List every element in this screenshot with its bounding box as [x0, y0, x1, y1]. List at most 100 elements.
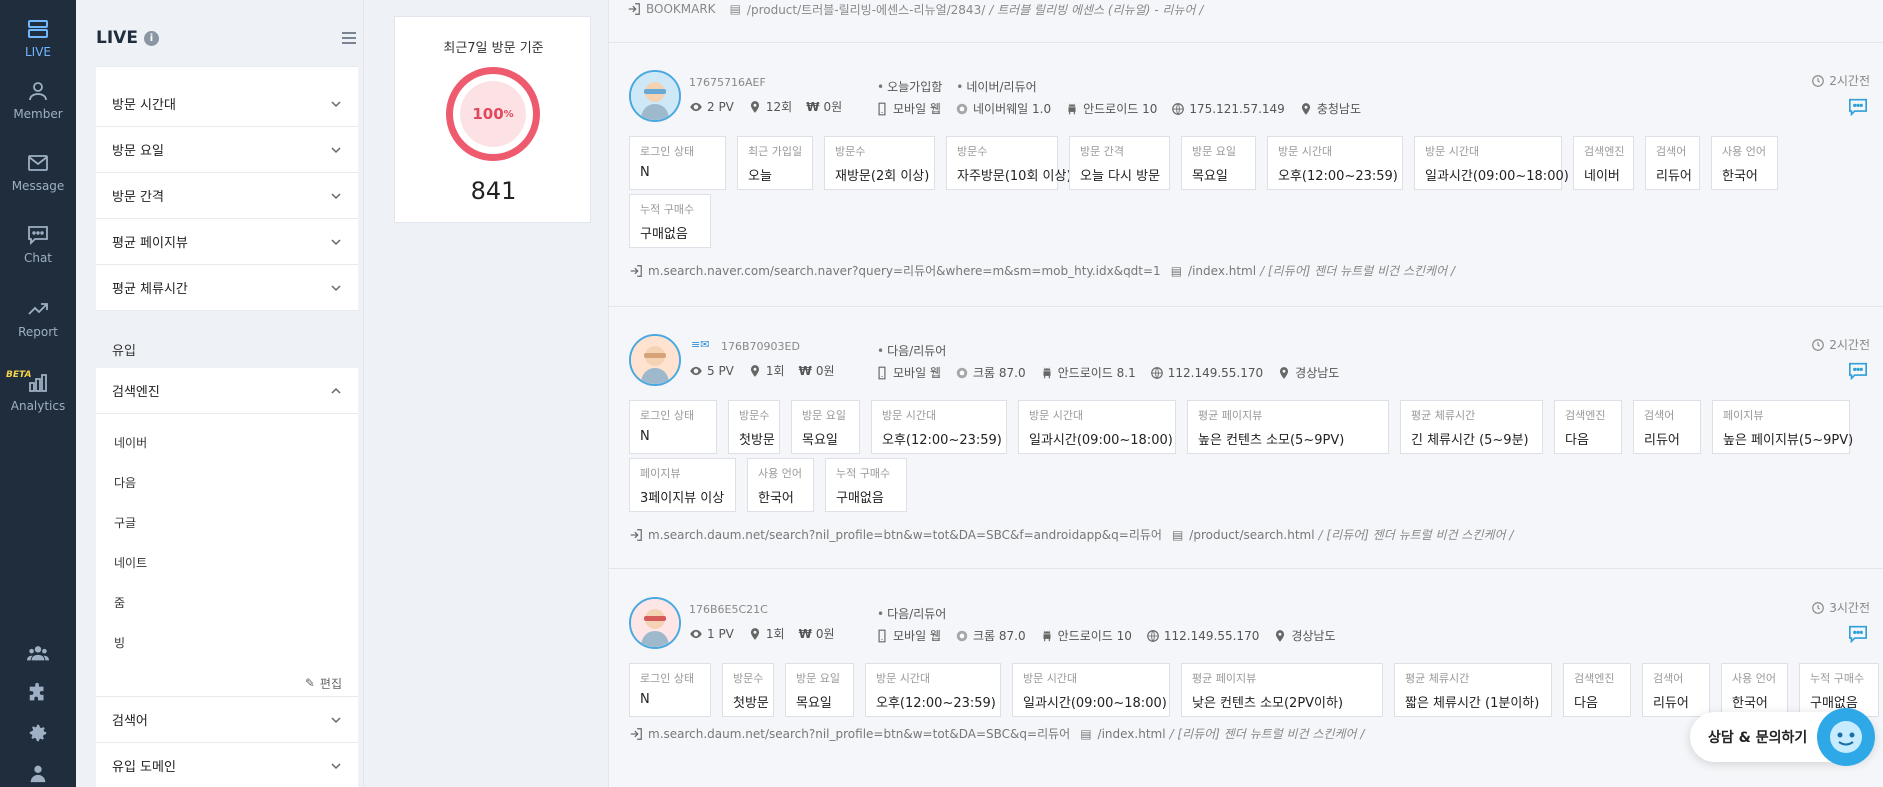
landing-title: / [리듀어] 젠더 뉴트럴 비건 스킨케어 /: [1169, 727, 1365, 741]
device-value: 경상남도: [1295, 366, 1340, 380]
visitor-stats: 1 PV 1회 ₩0원: [689, 625, 849, 642]
attribute-chip[interactable]: 방문수 재방문(2회 이상): [824, 136, 935, 190]
attribute-chip[interactable]: 평균 페이지뷰 높은 컨텐츠 소모(5~9PV): [1187, 400, 1389, 454]
filter-row[interactable]: 방문 요일: [96, 127, 358, 173]
device-value: 경상남도: [1291, 629, 1336, 643]
attribute-chip[interactable]: 검색어 리듀어: [1633, 400, 1701, 454]
nav-users[interactable]: [0, 642, 76, 664]
visitor-id[interactable]: 176B70903ED: [721, 340, 800, 353]
chip-key: 평균 체류시간: [1405, 672, 1470, 685]
nav-label-member: Member: [13, 107, 63, 121]
search-engine-item[interactable]: 줌: [96, 582, 358, 622]
attribute-chip[interactable]: 검색어 리듀어: [1642, 663, 1710, 717]
nav-item-live[interactable]: LIVE: [0, 6, 76, 70]
attribute-chip[interactable]: 페이지뷰 높은 페이지뷰(5~9PV): [1712, 400, 1853, 454]
attribute-chip[interactable]: 평균 체류시간 짧은 체류시간 (1분이하): [1394, 663, 1552, 717]
attribute-chip[interactable]: 누적 구매수 구매없음: [825, 458, 907, 512]
edit-link[interactable]: ✎ 편집: [96, 670, 358, 696]
attribute-chip[interactable]: 방문 시간대 오후(12:00~23:59): [871, 400, 1007, 454]
attribute-chip[interactable]: 검색엔진 다음: [1563, 663, 1631, 717]
attribute-chip[interactable]: 검색엔진 네이버: [1573, 136, 1634, 190]
message-bubble-icon[interactable]: [1848, 625, 1868, 643]
attribute-chip[interactable]: 검색엔진 다음: [1554, 400, 1622, 454]
nav-item-analytics[interactable]: BETA Analytics: [0, 360, 76, 424]
attribute-chip[interactable]: 사용 언어 한국어: [1721, 663, 1788, 717]
nav-item-report[interactable]: Report: [0, 286, 76, 350]
attribute-chip[interactable]: 사용 언어 한국어: [747, 458, 814, 512]
attribute-chip[interactable]: 방문 시간대 오후(12:00~23:59): [1267, 136, 1403, 190]
attribute-chip[interactable]: 방문 시간대 일과시간(09:00~18:00): [1018, 400, 1176, 454]
won-icon: ₩: [798, 626, 812, 641]
nav-label-message: Message: [11, 179, 65, 193]
filter-row[interactable]: 방문 시간대: [96, 81, 358, 127]
landing-page[interactable]: /index.html: [1098, 727, 1166, 741]
search-engine-item[interactable]: 네이버: [96, 422, 358, 462]
attribute-chip[interactable]: 평균 페이지뷰 낮은 컨텐츠 소모(2PV이하): [1181, 663, 1383, 717]
nav-item-chat[interactable]: Chat: [0, 212, 76, 276]
referrer-url[interactable]: m.search.daum.net/search?nil_profile=btn…: [648, 526, 1162, 543]
attribute-chip[interactable]: 로그인 상태 N: [629, 136, 726, 190]
search-engine-item[interactable]: 네이트: [96, 542, 358, 582]
attribute-chip[interactable]: 페이지뷰 3페이지뷰 이상: [629, 458, 736, 512]
nav-plugins[interactable]: [0, 682, 76, 704]
attribute-chip[interactable]: 방문 시간대 일과시간(09:00~18:00): [1414, 136, 1569, 190]
globe-icon: [1172, 102, 1185, 115]
filter-row[interactable]: 평균 체류시간: [96, 265, 358, 311]
chip-key: 방문 시간대: [1425, 145, 1480, 158]
attribute-chip[interactable]: 로그인 상태 N: [629, 400, 717, 454]
attribute-chip[interactable]: 검색어 리듀어: [1645, 136, 1700, 190]
attribute-chip[interactable]: 사용 언어 한국어: [1711, 136, 1778, 190]
filter-search-engine-label: 검색엔진: [112, 385, 160, 400]
attribute-chip[interactable]: 방문 요일 목요일: [785, 663, 854, 717]
landing-page[interactable]: /index.html: [1188, 264, 1256, 278]
referrer-url[interactable]: m.search.naver.com/search.naver?query=리듀…: [648, 262, 1161, 279]
chatbot-icon[interactable]: [1817, 708, 1875, 766]
filter-row[interactable]: 방문 간격: [96, 173, 358, 219]
attribute-chip[interactable]: 로그인 상태 N: [629, 663, 711, 717]
search-engine-item[interactable]: 빙: [96, 622, 358, 662]
attribute-chip[interactable]: 방문 간격 오늘 다시 방문: [1069, 136, 1170, 190]
chip-value: 구매없음: [640, 227, 688, 242]
attribute-chip[interactable]: 평균 체류시간 긴 체류시간 (5~9분): [1400, 400, 1543, 454]
visitor-id[interactable]: 176B6E5C21C: [689, 603, 768, 616]
attribute-chip[interactable]: 방문수 첫방문: [722, 663, 774, 717]
visitor-id[interactable]: 17675716AEF: [689, 76, 766, 89]
message-bubble-icon[interactable]: [1848, 98, 1868, 116]
bookmark-label[interactable]: BOOKMARK: [646, 2, 716, 16]
filter-row[interactable]: 유입 도메인: [96, 743, 358, 787]
referrer-url[interactable]: m.search.daum.net/search?nil_profile=btn…: [648, 725, 1070, 742]
attribute-chip[interactable]: 방문수 자주방문(10회 이상): [946, 136, 1072, 190]
android-icon: [1043, 630, 1051, 641]
hamburger-menu-icon[interactable]: [342, 32, 356, 44]
attribute-chip[interactable]: 방문 요일 목요일: [1181, 136, 1256, 190]
nav-account[interactable]: [0, 762, 76, 784]
attribute-chip[interactable]: 방문 시간대 오후(12:00~23:59): [865, 663, 1001, 717]
avatar[interactable]: [629, 334, 681, 386]
attribute-chip[interactable]: 방문수 첫방문: [728, 400, 780, 454]
chip-value: 첫방문: [733, 696, 769, 711]
chip-key: 방문 시간대: [1029, 409, 1084, 422]
attribute-chip[interactable]: 최근 가입일 오늘: [737, 136, 813, 190]
attribute-chip[interactable]: 방문 요일 목요일: [791, 400, 860, 454]
top-path[interactable]: /product/트러블-릴리빙-에센스-리뉴얼/2843/: [747, 1, 985, 18]
message-bubble-icon[interactable]: [1848, 362, 1868, 380]
landing-page[interactable]: /product/search.html: [1189, 528, 1314, 542]
panel-title-text: LIVE: [96, 28, 138, 48]
avatar[interactable]: [629, 70, 681, 122]
filter-row[interactable]: 검색어: [96, 697, 358, 743]
attribute-chip[interactable]: 방문 시간대 일과시간(09:00~18:00): [1012, 663, 1170, 717]
nav-item-member[interactable]: Member: [0, 68, 76, 132]
avatar[interactable]: [629, 597, 681, 649]
search-engine-item[interactable]: 구글: [96, 502, 358, 542]
chat-widget[interactable]: 상담 & 문의하기: [1690, 708, 1875, 766]
filter-search-engine[interactable]: 검색엔진: [96, 368, 358, 414]
nav-item-message[interactable]: Message: [0, 140, 76, 204]
nav-settings[interactable]: [0, 722, 76, 744]
info-icon[interactable]: i: [143, 30, 159, 46]
chip-key: 사용 언어: [758, 467, 802, 480]
search-engine-item[interactable]: 다음: [96, 462, 358, 502]
entry-icon: [628, 3, 640, 15]
attribute-chip[interactable]: 누적 구매수 구매없음: [629, 194, 711, 248]
filter-row[interactable]: 평균 페이지뷰: [96, 219, 358, 265]
chip-value: 오늘: [748, 169, 772, 184]
